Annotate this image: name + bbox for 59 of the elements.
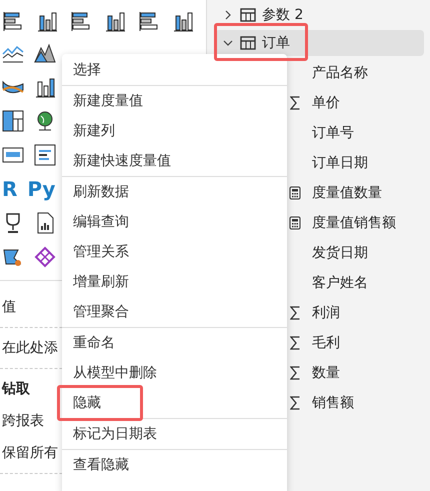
menu-item[interactable]: 管理聚合 — [62, 297, 287, 327]
bar-chart-icon[interactable] — [138, 10, 160, 32]
chevron-icon[interactable] — [223, 38, 233, 48]
drop-field[interactable]: 在此处添 — [0, 332, 58, 364]
menu-item[interactable]: 隐藏 — [62, 388, 287, 418]
column-chart-icon[interactable] — [104, 10, 126, 32]
sigma-icon — [290, 96, 300, 110]
menu-item[interactable]: 刷新数据 — [62, 177, 287, 207]
menu-item[interactable]: 增量刷新 — [62, 267, 287, 297]
field-name[interactable]: 客户姓名 — [312, 274, 368, 292]
table-name: 参数 2 — [262, 6, 304, 24]
field-name[interactable]: 订单日期 — [312, 154, 368, 172]
bar-chart-icon[interactable] — [70, 10, 92, 32]
table-row[interactable]: 订单 — [215, 30, 424, 56]
field-name[interactable]: 发货日期 — [312, 244, 368, 262]
field-name[interactable]: 毛利 — [312, 334, 340, 352]
calculator-icon — [289, 216, 301, 230]
sigma-icon — [290, 396, 300, 410]
area-chart-icon[interactable] — [34, 42, 56, 64]
field-name[interactable]: 度量值销售额 — [312, 214, 396, 232]
column-chart-icon[interactable] — [34, 76, 56, 98]
sigma-icon — [290, 336, 300, 350]
menu-item[interactable]: 查看隐藏 — [62, 450, 287, 480]
menu-item[interactable]: 选择 — [62, 55, 287, 85]
values-label: 值 — [1, 298, 16, 317]
table-icon — [240, 36, 256, 50]
column-chart-icon[interactable] — [172, 10, 194, 32]
field-name[interactable]: 度量值数量 — [312, 184, 382, 202]
cross-report-label: 跨报表 — [1, 412, 44, 431]
diamond-icon[interactable] — [34, 246, 56, 268]
table-icon — [240, 8, 256, 22]
script-visual-label[interactable]: Py — [27, 177, 56, 201]
menu-item[interactable]: 新建列 — [62, 116, 287, 146]
menu-item[interactable]: 编辑查询 — [62, 207, 287, 237]
field-name[interactable]: 销售额 — [312, 394, 354, 412]
menu-item[interactable]: 重命名 — [62, 328, 287, 358]
list-icon[interactable] — [34, 144, 56, 166]
menu-item[interactable]: 新建快速度量值 — [62, 146, 287, 176]
field-name[interactable]: 数量 — [312, 364, 340, 382]
keep-filters-label: 保留所有 — [1, 444, 58, 463]
sigma-icon — [290, 366, 300, 380]
field-name[interactable]: 订单号 — [312, 124, 354, 142]
script-visual-label[interactable]: R — [2, 177, 18, 201]
field-name[interactable]: 利润 — [312, 304, 340, 322]
sigma-icon — [290, 306, 300, 320]
column-chart-icon[interactable] — [36, 10, 58, 32]
menu-item[interactable]: 新建度量值 — [62, 86, 287, 116]
field-name[interactable]: 产品名称 — [312, 64, 368, 82]
section-title: 钻取 — [0, 380, 30, 399]
chevron-icon[interactable] — [223, 10, 233, 20]
treemap-icon[interactable] — [2, 110, 24, 132]
calculator-icon — [289, 186, 301, 200]
table-row[interactable]: 参数 2 — [215, 2, 424, 28]
menu-item[interactable]: 标记为日期表 — [62, 419, 287, 449]
menu-item[interactable]: 从模型中删除 — [62, 358, 287, 388]
field-name[interactable]: 单价 — [312, 94, 340, 112]
table-name: 订单 — [262, 34, 290, 52]
menu-item[interactable]: 管理关系 — [62, 237, 287, 267]
bar-chart-icon[interactable] — [2, 10, 24, 32]
